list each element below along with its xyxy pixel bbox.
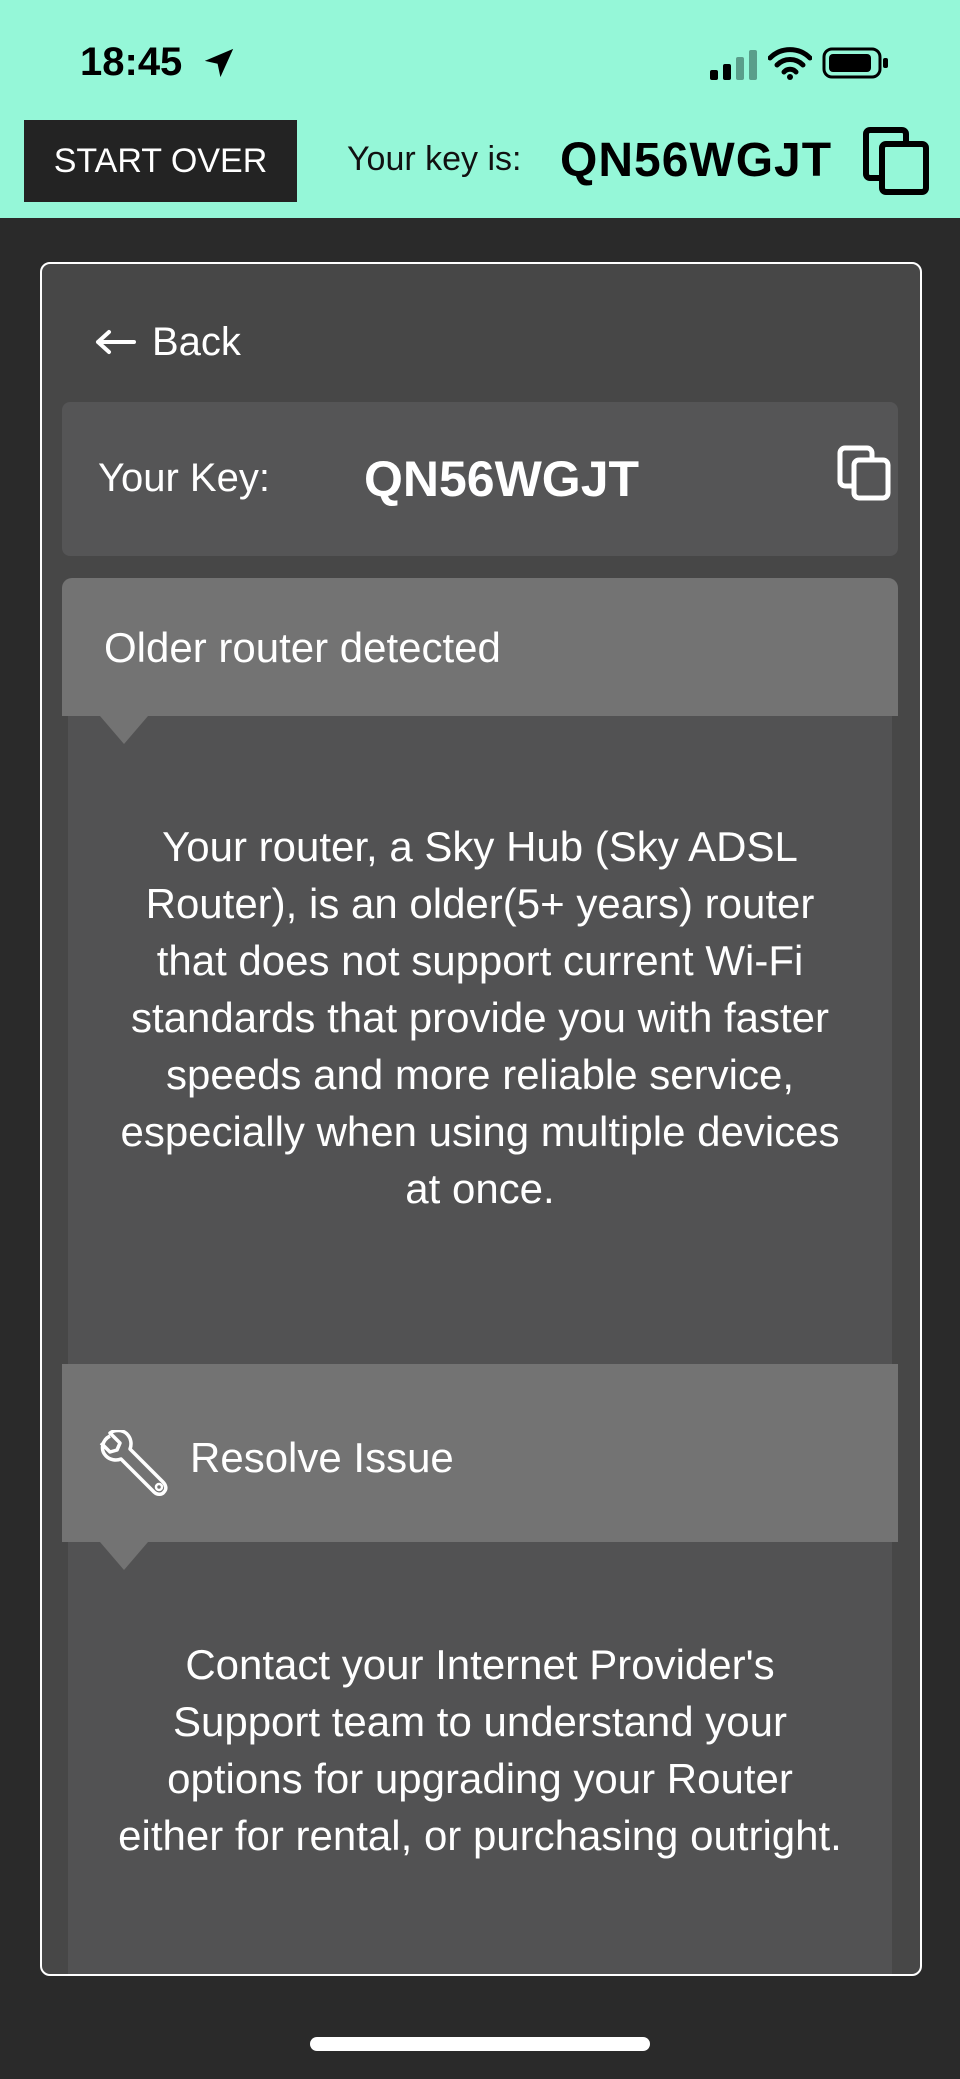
status-time: 18:45 — [80, 40, 183, 84]
start-over-button[interactable]: START OVER — [24, 120, 297, 202]
header-key-label: Your key is: — [347, 140, 522, 178]
speech-notch — [100, 1542, 148, 1570]
wifi-icon — [768, 47, 812, 80]
home-indicator[interactable] — [310, 2037, 650, 2051]
arrow-left-icon — [96, 330, 136, 354]
section-text: Contact your Internet Provider's Support… — [118, 1641, 842, 1859]
section-header-resolve-issue: Resolve Issue — [62, 1364, 898, 1542]
section-title: Resolve Issue — [190, 1434, 454, 1481]
battery-icon — [822, 47, 888, 79]
section-title: Older router detected — [104, 624, 501, 671]
wrench-icon — [99, 1430, 168, 1496]
header-key-value: QN56WGJT — [560, 134, 833, 187]
speech-notch — [100, 716, 148, 744]
back-label: Back — [152, 319, 241, 364]
status-bar: 18:45 — [0, 0, 960, 118]
section-body-older-router: Your router, a Sky Hub (Sky ADSL Router)… — [68, 716, 892, 1364]
location-arrow-icon — [204, 48, 234, 78]
section-body-resolve-issue: Contact your Internet Provider's Support… — [68, 1542, 892, 1974]
key-box-value: QN56WGJT — [364, 451, 640, 507]
section-text: Your router, a Sky Hub (Sky ADSL Router)… — [120, 823, 840, 1212]
top-bar: 18:45 START OVER Your key is: QN56WGJT — [0, 0, 960, 218]
cellular-signal-icon — [710, 50, 757, 80]
section-header-older-router: Older router detected — [62, 578, 898, 716]
copy-icon[interactable] — [862, 126, 932, 196]
copy-icon[interactable] — [836, 444, 894, 502]
back-link[interactable]: Back — [94, 312, 241, 372]
key-box-label: Your Key: — [98, 456, 270, 500]
router-info-card: Back Your Key: QN56WGJT Older router det… — [40, 262, 922, 1976]
key-box: Your Key: QN56WGJT — [62, 402, 898, 556]
